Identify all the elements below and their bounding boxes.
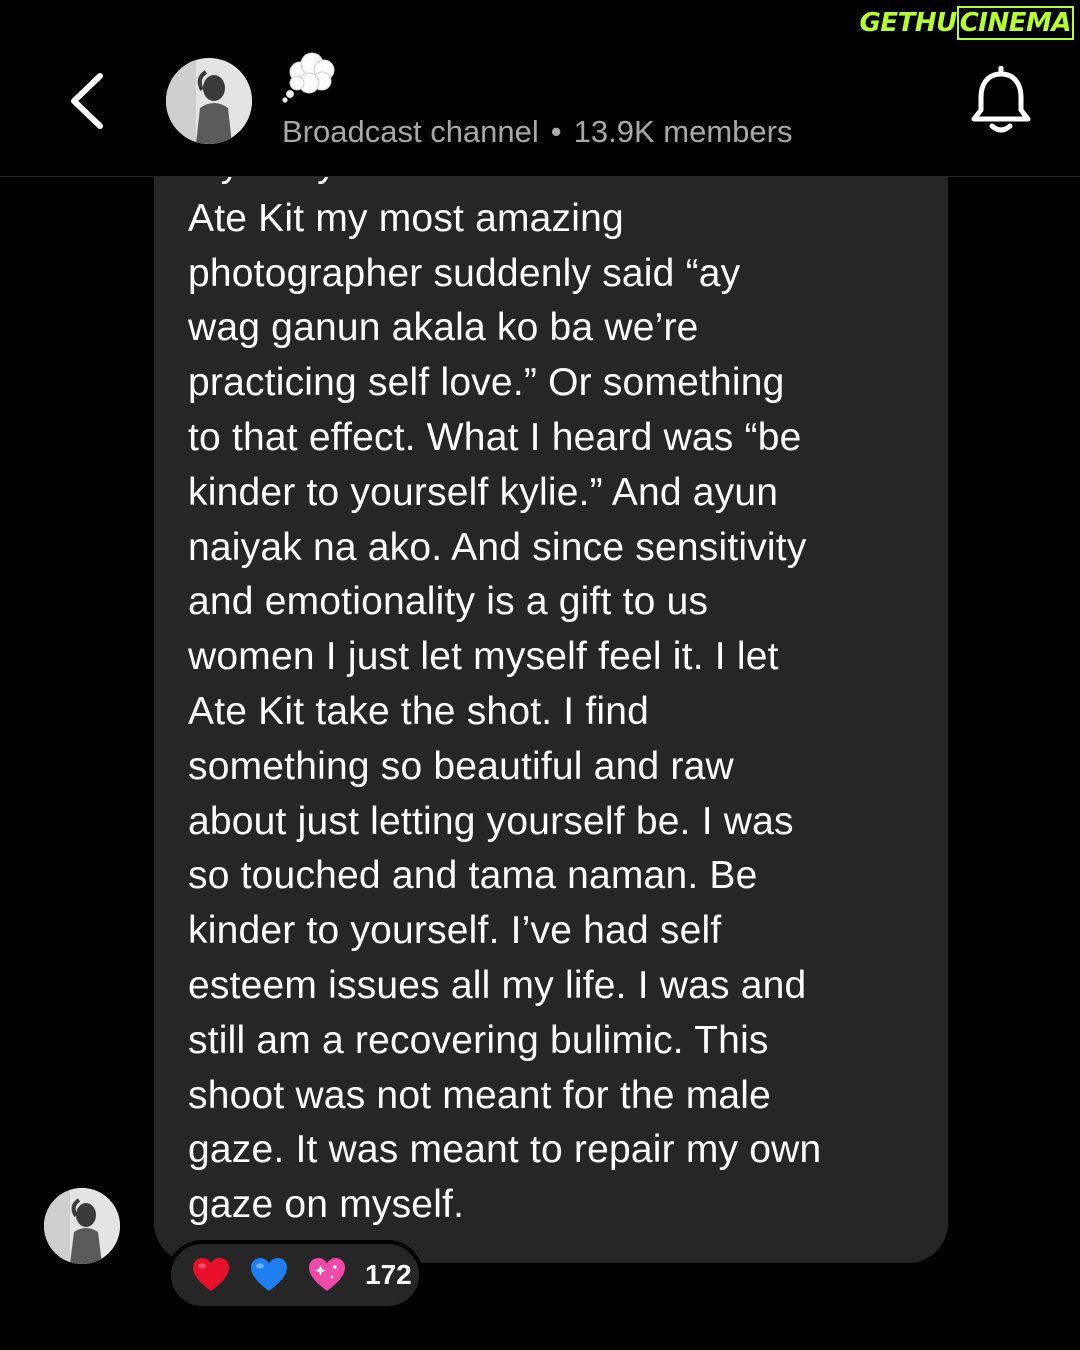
message-bubble[interactable]: my body because of how it looked. Ate Ki…	[154, 120, 948, 1263]
chevron-left-icon	[71, 73, 103, 129]
channel-avatar[interactable]	[166, 58, 252, 144]
reactions-pill[interactable]: 172	[167, 1240, 423, 1310]
profile-photo-icon	[44, 1188, 120, 1264]
sparkling-heart-icon	[307, 1255, 347, 1295]
bell-icon	[971, 65, 1031, 133]
sender-avatar[interactable]	[44, 1188, 120, 1264]
watermark-logo: GETHU CINEMA	[859, 6, 1074, 40]
back-button[interactable]	[60, 66, 116, 136]
message-text: my body because of how it looked. Ate Ki…	[188, 142, 822, 1227]
watermark-part-2: CINEMA	[956, 6, 1074, 40]
meta-separator: •	[550, 114, 562, 149]
watermark-part-1: GETHU	[859, 8, 958, 38]
notification-button[interactable]	[968, 65, 1034, 136]
thought-bubble-icon	[282, 50, 342, 106]
channel-meta: Broadcast channel • 13.9K members	[282, 112, 792, 152]
channel-type: Broadcast channel	[282, 114, 539, 149]
reaction-count: 172	[365, 1259, 412, 1290]
red-heart-icon	[191, 1255, 231, 1295]
blue-heart-icon	[249, 1255, 289, 1295]
profile-photo-icon	[166, 58, 252, 144]
member-count: 13.9K members	[573, 114, 793, 149]
